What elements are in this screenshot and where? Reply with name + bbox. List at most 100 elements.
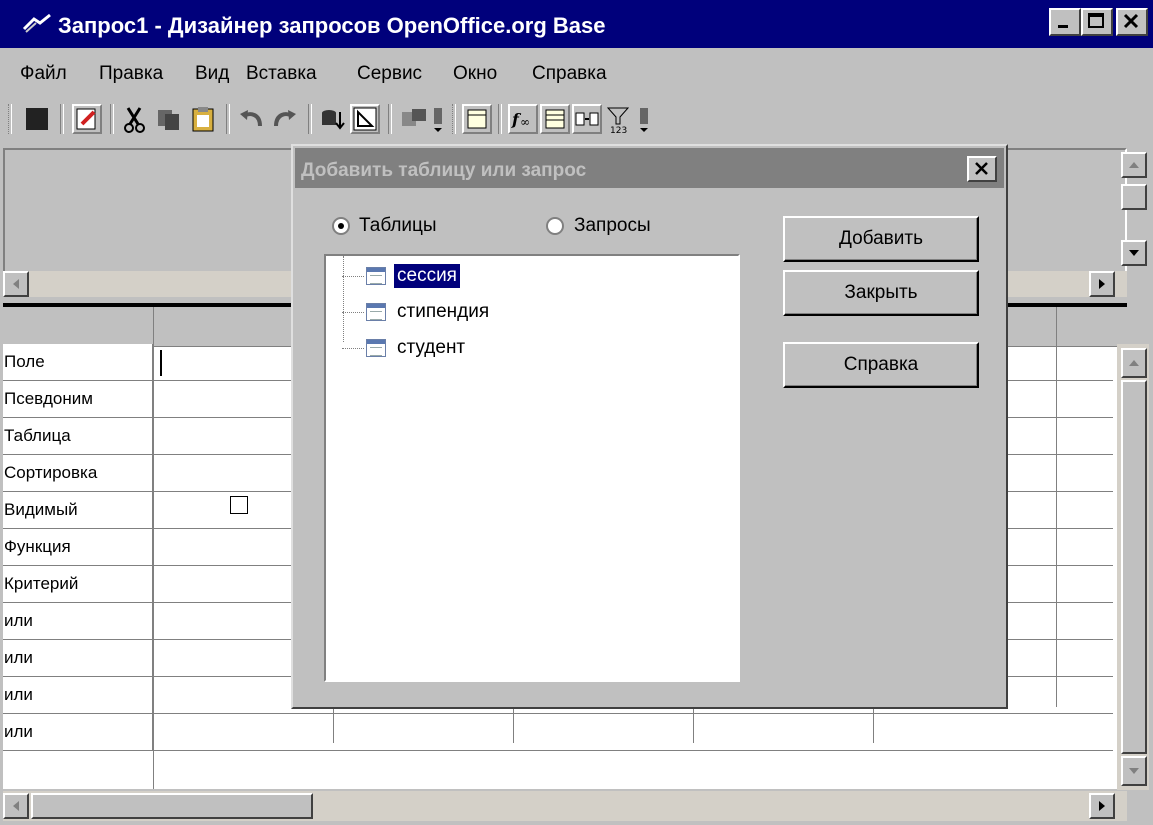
minimize-icon — [1058, 25, 1068, 28]
grid-scroll-up-button[interactable] — [1121, 348, 1147, 378]
minimize-button[interactable] — [1049, 8, 1081, 36]
maximize-button[interactable] — [1081, 8, 1113, 36]
window-titlebar[interactable]: Запрос1 - Дизайнер запросов OpenOffice.o… — [0, 0, 1153, 48]
close-button[interactable] — [1116, 8, 1148, 36]
toolbar-grip[interactable] — [8, 104, 12, 134]
menu-insert[interactable]: Вставка — [246, 63, 317, 85]
svg-text:123: 123 — [610, 126, 627, 134]
grid-row-or-3: или — [3, 677, 153, 714]
grid-scroll-right-button[interactable] — [1089, 793, 1115, 819]
grid-row-table: Таблица — [3, 418, 153, 455]
tree-connector — [343, 256, 344, 342]
copy-icon — [158, 110, 179, 130]
grid-row-or-1: или — [3, 603, 153, 640]
visible-checkbox[interactable] — [230, 496, 248, 514]
alias-button[interactable] — [572, 104, 602, 134]
tree-item-label: сессия — [394, 264, 460, 288]
arrow-right-icon — [1099, 801, 1105, 811]
arrow-down-icon — [1129, 768, 1139, 774]
run-query-button[interactable] — [318, 104, 348, 134]
cut-button[interactable] — [120, 104, 150, 134]
menu-window[interactable]: Окно — [453, 63, 497, 85]
grid-scroll-left-button[interactable] — [3, 793, 29, 819]
menu-view[interactable]: Вид — [195, 63, 229, 85]
scroll-thumb[interactable] — [1121, 184, 1147, 210]
add-table-dialog: Добавить таблицу или запрос Таблицы Запр… — [291, 144, 1008, 709]
table-icon — [366, 303, 386, 321]
edit-pencil-icon — [76, 108, 96, 130]
queries-radio-label[interactable]: Запросы — [574, 215, 651, 237]
grid-row-field: Поле — [3, 344, 153, 381]
copy-button[interactable] — [154, 104, 184, 134]
edit-mode-button[interactable] — [72, 104, 102, 134]
grid-row-sort: Сортировка — [3, 455, 153, 492]
chevron-down-icon — [434, 108, 442, 132]
tables-radio[interactable] — [332, 217, 350, 235]
svg-text:∞: ∞ — [520, 115, 530, 129]
scroll-right-button[interactable] — [1089, 271, 1115, 297]
scroll-down-button[interactable] — [1121, 240, 1147, 266]
table-area-vscroll[interactable] — [1113, 148, 1149, 270]
save-button[interactable] — [22, 104, 52, 134]
queries-radio[interactable] — [546, 217, 564, 235]
scroll-up-button[interactable] — [1121, 152, 1147, 178]
save-icon — [26, 108, 48, 130]
grid-row-function: Функция — [3, 529, 153, 566]
grid-scroll-down-button[interactable] — [1121, 756, 1147, 786]
alias-icon — [575, 112, 599, 126]
window-title: Запрос1 - Дизайнер запросов OpenOffice.o… — [58, 13, 606, 38]
add-button[interactable]: Добавить — [783, 216, 979, 262]
arrow-up-icon — [1129, 162, 1139, 168]
grid-row-visible: Видимый — [3, 492, 153, 529]
dialog-titlebar[interactable]: Добавить таблицу или запрос — [295, 148, 1004, 188]
table-name-button[interactable] — [540, 104, 570, 134]
close-icon — [975, 162, 988, 175]
tables-tree[interactable]: сессия стипендия студент — [324, 254, 740, 682]
new-table-button[interactable] — [462, 104, 492, 134]
grid-vscroll[interactable] — [1117, 344, 1149, 790]
tree-item-label: стипендия — [397, 301, 490, 322]
scissors-icon — [124, 107, 145, 133]
tables-radio-label[interactable]: Таблицы — [359, 215, 437, 237]
menu-help[interactable]: Справка — [532, 63, 607, 85]
redo-icon — [274, 110, 296, 127]
grid-row-or-2: или — [3, 640, 153, 677]
design-view-icon — [353, 107, 377, 131]
grid-hscroll[interactable] — [3, 791, 1127, 821]
arrow-left-icon — [13, 279, 19, 289]
grid-row-criterion: Критерий — [3, 566, 153, 603]
toolbar: f ∞ 123 — [0, 94, 1153, 146]
dialog-close-button[interactable] — [967, 156, 997, 182]
tree-item-label: студент — [397, 337, 466, 358]
add-tables-button[interactable] — [400, 104, 430, 134]
functions-button[interactable]: f ∞ — [508, 104, 538, 134]
undo-button[interactable] — [236, 104, 266, 134]
design-view-button[interactable] — [350, 104, 380, 134]
menu-bar: Файл Правка Вид Вставка Сервис Окно Спра… — [0, 48, 1153, 94]
toolbar-dropdown-2[interactable] — [638, 104, 650, 134]
menu-tools[interactable]: Сервис — [357, 63, 422, 85]
redo-button[interactable] — [270, 104, 300, 134]
arrow-right-icon — [1099, 279, 1105, 289]
new-table-icon — [467, 109, 487, 129]
grid-scroll-thumb[interactable] — [1121, 380, 1147, 754]
table-icon — [366, 339, 386, 357]
toolbar-dropdown-1[interactable] — [432, 104, 444, 134]
filter-icon: 123 — [606, 107, 630, 136]
menu-edit[interactable]: Правка — [99, 63, 163, 85]
add-tables-icon — [402, 109, 426, 126]
grid-row-or-4: или — [3, 714, 153, 751]
close-dialog-button[interactable]: Закрыть — [783, 270, 979, 316]
scroll-left-button[interactable] — [3, 271, 29, 297]
distinct-values-button[interactable]: 123 — [604, 104, 634, 136]
paste-button[interactable] — [188, 104, 218, 134]
menu-file[interactable]: Файл — [20, 63, 67, 85]
table-icon — [366, 267, 386, 285]
help-button[interactable]: Справка — [783, 342, 979, 388]
chevron-down-icon — [640, 108, 648, 132]
undo-icon — [240, 110, 262, 127]
arrow-left-icon — [13, 801, 19, 811]
grid-hscroll-thumb[interactable] — [31, 793, 313, 819]
table-name-icon — [545, 109, 565, 129]
functions-icon: f ∞ — [511, 110, 530, 129]
